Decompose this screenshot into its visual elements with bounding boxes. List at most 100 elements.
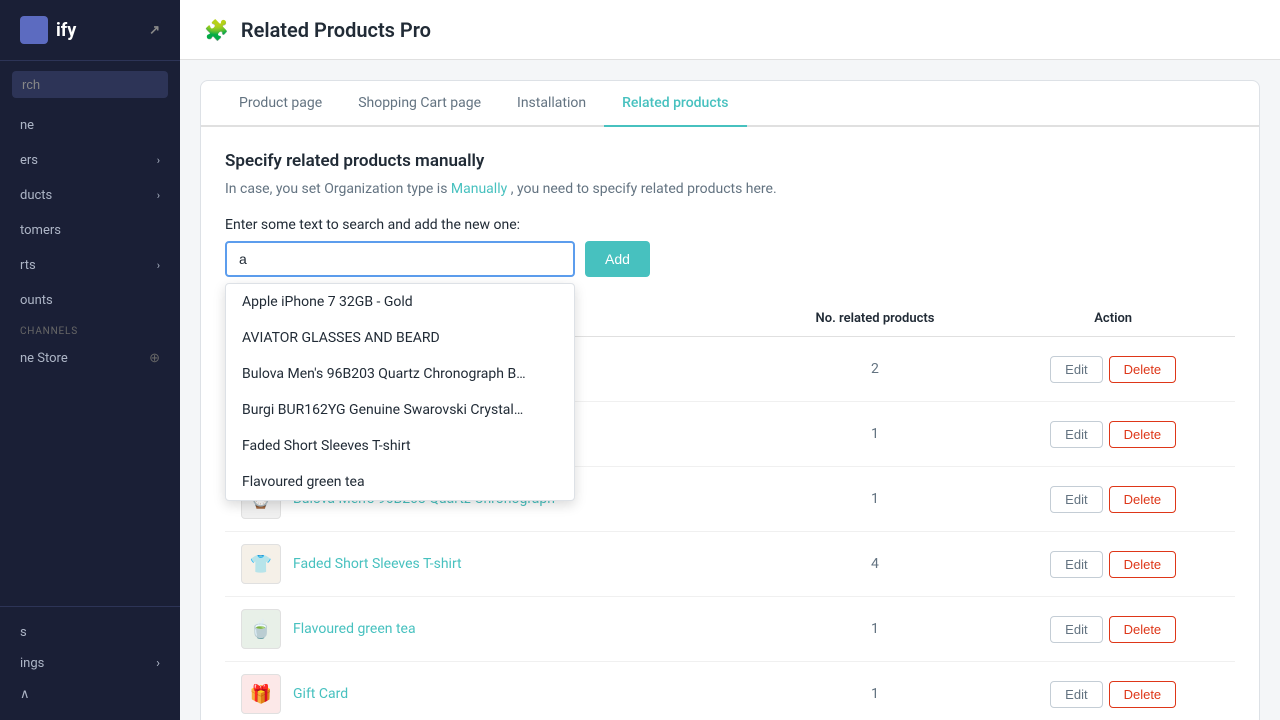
sidebar-bottom: s ings › ∧	[0, 606, 180, 720]
sidebar-item-customers[interactable]: tomers	[0, 213, 180, 248]
edit-button-4[interactable]: Edit	[1050, 616, 1102, 643]
sidebar-item-apps[interactable]: s	[20, 617, 160, 648]
main-card: Product page Shopping Cart page Installa…	[200, 80, 1260, 720]
sidebar-item-settings[interactable]: ings ›	[20, 648, 160, 679]
product-thumbnail-4: 🍵	[241, 609, 281, 649]
sidebar-item-reports[interactable]: rts ›	[0, 248, 180, 283]
edit-button-2[interactable]: Edit	[1050, 486, 1102, 513]
delete-button-3[interactable]: Delete	[1109, 551, 1177, 578]
content-area: Product page Shopping Cart page Installa…	[180, 60, 1280, 720]
dropdown-item[interactable]: Apple iPhone 7 32GB - Gold	[226, 284, 574, 320]
dropdown-item[interactable]: AVIATOR GLASSES AND BEARD	[226, 320, 574, 356]
tab-installation[interactable]: Installation	[499, 81, 604, 127]
desc-text-start: In case, you set Organization type is	[225, 181, 451, 197]
col-action: Action	[991, 301, 1235, 337]
sidebar-item-label: ne Store	[20, 351, 68, 366]
table-row: 🎁 Gift Card 1 Edit Delete	[225, 662, 1235, 720]
section-description: In case, you set Organization type is Ma…	[225, 181, 1235, 197]
tab-shopping-cart[interactable]: Shopping Cart page	[340, 81, 499, 127]
sidebar-item-label: rts	[20, 258, 36, 273]
chevron-up-icon: ∧	[20, 687, 30, 702]
chevron-right-icon: ›	[156, 656, 160, 671]
delete-button-5[interactable]: Delete	[1109, 681, 1177, 708]
product-thumbnail-5: 🎁	[241, 674, 281, 714]
table-row: 🍵 Flavoured green tea 1 Edit Delete	[225, 597, 1235, 662]
manually-link[interactable]: Manually	[451, 181, 507, 197]
sidebar-item-label: s	[20, 625, 27, 640]
section-title: Specify related products manually	[225, 151, 1235, 171]
dropdown-item[interactable]: Burgi BUR162YG Genuine Swarovski Crystal…	[226, 392, 574, 428]
dropdown-item[interactable]: Bulova Men's 96B203 Quartz Chronograph B…	[226, 356, 574, 392]
channels-section-label: CHANNELS	[0, 318, 180, 341]
edit-button-0[interactable]: Edit	[1050, 356, 1102, 383]
tab-related-products[interactable]: Related products	[604, 81, 746, 127]
main-area: 🧩 Related Products Pro Product page Shop…	[180, 0, 1280, 720]
sidebar-item-home[interactable]: ne	[0, 108, 180, 143]
sidebar-item-label: tomers	[20, 223, 61, 238]
add-button[interactable]: Add	[585, 241, 650, 277]
dropdown-item[interactable]: Faded Short Sleeves T-shirt	[226, 428, 574, 464]
product-thumbnail-3: 👕	[241, 544, 281, 584]
app-header: 🧩 Related Products Pro	[180, 0, 1280, 60]
edit-button-1[interactable]: Edit	[1050, 421, 1102, 448]
product-search-input[interactable]	[225, 241, 575, 277]
edit-button-5[interactable]: Edit	[1050, 681, 1102, 708]
product-cell-5: 🎁 Gift Card	[225, 662, 759, 720]
delete-button-4[interactable]: Delete	[1109, 616, 1177, 643]
table-row: 👕 Faded Short Sleeves T-shirt 4 Edit Del…	[225, 532, 1235, 597]
delete-button-0[interactable]: Delete	[1109, 356, 1177, 383]
puzzle-icon: 🧩	[204, 18, 229, 42]
chevron-right-icon: ›	[157, 154, 160, 167]
shopify-logo-icon	[20, 16, 48, 44]
edit-button-3[interactable]: Edit	[1050, 551, 1102, 578]
chevron-right-icon: ›	[157, 189, 160, 202]
product-link-4[interactable]: Flavoured green tea	[293, 621, 416, 637]
sidebar-item-label: ducts	[20, 188, 52, 203]
action-cell-1: Edit Delete	[991, 402, 1235, 467]
related-count-0: 2	[759, 337, 992, 402]
related-count-1: 1	[759, 402, 992, 467]
action-cell-2: Edit Delete	[991, 467, 1235, 532]
sidebar-search-input[interactable]	[12, 71, 168, 98]
sidebar-item-discounts[interactable]: ounts	[0, 283, 180, 318]
col-related-count: No. related products	[759, 301, 992, 337]
external-link-icon[interactable]: ↗	[149, 23, 160, 38]
sidebar-collapse-btn[interactable]: ∧	[20, 679, 160, 710]
search-dropdown: Apple iPhone 7 32GB - Gold AVIATOR GLASS…	[225, 283, 575, 501]
product-link-5[interactable]: Gift Card	[293, 686, 348, 702]
sidebar: ify ↗ ne ers › ducts › tomers rts › ount…	[0, 0, 180, 720]
tab-bar: Product page Shopping Cart page Installa…	[201, 81, 1259, 127]
sidebar-item-label: ne	[20, 118, 34, 133]
related-count-3: 4	[759, 532, 992, 597]
tab-product-page[interactable]: Product page	[221, 81, 340, 127]
delete-button-2[interactable]: Delete	[1109, 486, 1177, 513]
sidebar-item-label: ers	[20, 153, 38, 168]
sidebar-search-area	[0, 61, 180, 108]
related-count-4: 1	[759, 597, 992, 662]
desc-text-end: , you need to specify related products h…	[511, 181, 777, 197]
sidebar-item-orders[interactable]: ers ›	[0, 143, 180, 178]
chevron-right-icon: ›	[157, 259, 160, 272]
action-cell-3: Edit Delete	[991, 532, 1235, 597]
product-link-3[interactable]: Faded Short Sleeves T-shirt	[293, 556, 462, 572]
product-cell-3: 👕 Faded Short Sleeves T-shirt	[225, 532, 759, 597]
action-cell-4: Edit Delete	[991, 597, 1235, 662]
delete-button-1[interactable]: Delete	[1109, 421, 1177, 448]
sidebar-nav: ne ers › ducts › tomers rts › ounts CHAN…	[0, 108, 180, 606]
sidebar-logo-text: ify	[56, 20, 76, 41]
search-label: Enter some text to search and add the ne…	[225, 217, 1235, 233]
search-row: Add Apple iPhone 7 32GB - Gold AVIATOR G…	[225, 241, 1235, 277]
action-cell-0: Edit Delete	[991, 337, 1235, 402]
sidebar-logo: ify ↗	[0, 0, 180, 61]
related-count-5: 1	[759, 662, 992, 720]
sidebar-item-label: ings	[20, 656, 44, 671]
related-count-2: 1	[759, 467, 992, 532]
sidebar-item-products[interactable]: ducts ›	[0, 178, 180, 213]
sidebar-item-label: ounts	[20, 293, 53, 308]
card-body: Specify related products manually In cas…	[201, 127, 1259, 720]
product-cell-4: 🍵 Flavoured green tea	[225, 597, 759, 662]
plus-icon[interactable]: ⊕	[149, 351, 160, 366]
sidebar-item-online-store[interactable]: ne Store ⊕	[0, 341, 180, 376]
dropdown-item[interactable]: Flavoured green tea	[226, 464, 574, 500]
action-cell-5: Edit Delete	[991, 662, 1235, 720]
